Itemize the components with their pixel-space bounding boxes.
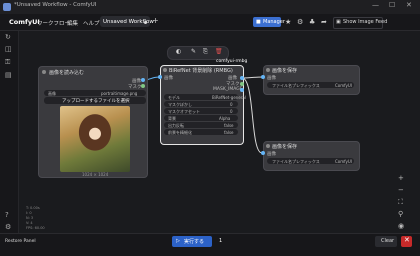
birefnet-title: BiRefNet 背景削除 (RMBG) (169, 68, 233, 74)
restore-panel-button[interactable]: Restore Panel (5, 239, 36, 244)
clear-label: Clear (381, 238, 395, 244)
node-collapse-dot[interactable] (42, 70, 46, 74)
load-image-title: 画像を読み込む (49, 70, 85, 76)
upload-file-label: アップロードするファイルを選択 (62, 99, 130, 104)
birefnet-model-label: モデル (168, 94, 180, 100)
image-select-label: 画像 (48, 90, 56, 96)
save1-prefix-label: ファイル名プレフィックス (272, 82, 320, 88)
birefnet-model-value: BiRefNet-general (212, 94, 246, 100)
save2-in-image-label: 画像 (267, 152, 276, 157)
image-preview (60, 106, 130, 172)
color-icon[interactable]: ◐ (176, 48, 181, 55)
link-birefnet-to-save2 (241, 77, 263, 154)
zoom-in-icon[interactable]: + (398, 174, 404, 182)
batch-count-input[interactable]: 1 (219, 238, 222, 244)
birefnet-in-image-label: 画像 (164, 76, 173, 81)
copy-icon[interactable]: ⎘ (203, 48, 208, 56)
zoom-out-icon[interactable]: − (398, 186, 404, 194)
save1-in-image-label: 画像 (267, 76, 276, 81)
birefnet-out-mask-image-port[interactable] (240, 88, 244, 92)
save1-title: 画像を保存 (272, 68, 298, 74)
fit-view-icon[interactable]: ⛶ (398, 198, 403, 207)
save2-prefix-value: ComfyUI (335, 158, 352, 164)
delete-icon[interactable]: 🗑 (215, 48, 223, 55)
load-image-out-mask-port[interactable] (141, 84, 145, 88)
play-icon: ▷ (176, 238, 180, 244)
save1-in-image-port[interactable] (261, 75, 265, 79)
select-tool-icon[interactable]: ⚲ (398, 210, 403, 218)
birefnet-refine-value: false (224, 129, 234, 135)
toggle-links-icon[interactable]: ◉ (398, 222, 404, 230)
save1-prefix-value: ComfyUI (335, 82, 352, 88)
birefnet-offset-label: マスクオフセット (168, 108, 200, 114)
birefnet-invert-label: 出力反転 (168, 122, 184, 128)
birefnet-refine-label: 前景を精細化 (168, 129, 192, 135)
birefnet-blur-label: マスクぼかし (168, 101, 192, 107)
birefnet-blur-value: 0 (230, 101, 233, 107)
edit-icon[interactable]: ✎ (191, 48, 196, 55)
save2-collapse-dot[interactable] (266, 144, 270, 148)
save1-collapse-dot[interactable] (266, 68, 270, 72)
close-icon: ✕ (404, 236, 410, 244)
node-source-hint: comfyui-rmbg (216, 59, 248, 64)
birefnet-in-image-port[interactable] (158, 75, 162, 79)
save2-title: 画像を保存 (272, 144, 298, 150)
birefnet-out-mask-port[interactable] (240, 82, 244, 86)
birefnet-out-image-port[interactable] (240, 76, 244, 80)
load-image-out-image-port[interactable] (141, 78, 145, 82)
birefnet-collapse-dot[interactable] (163, 68, 167, 72)
birefnet-invert-value: false (224, 122, 234, 128)
birefnet-background-value: Alpha (219, 115, 231, 121)
link-birefnet-to-save1 (241, 76, 264, 79)
birefnet-out-mask-image-label: MASK_IMAGE (213, 87, 243, 92)
image-select-value: portraitimage.png (101, 90, 138, 96)
birefnet-offset-value: 0 (230, 108, 233, 114)
run-label: 実行する (184, 239, 205, 245)
image-dimensions: 1024 × 1024 (82, 172, 109, 177)
save2-prefix-label: ファイル名プレフィックス (272, 158, 320, 164)
save2-in-image-port[interactable] (261, 151, 265, 155)
birefnet-background-label: 背景 (168, 115, 176, 121)
